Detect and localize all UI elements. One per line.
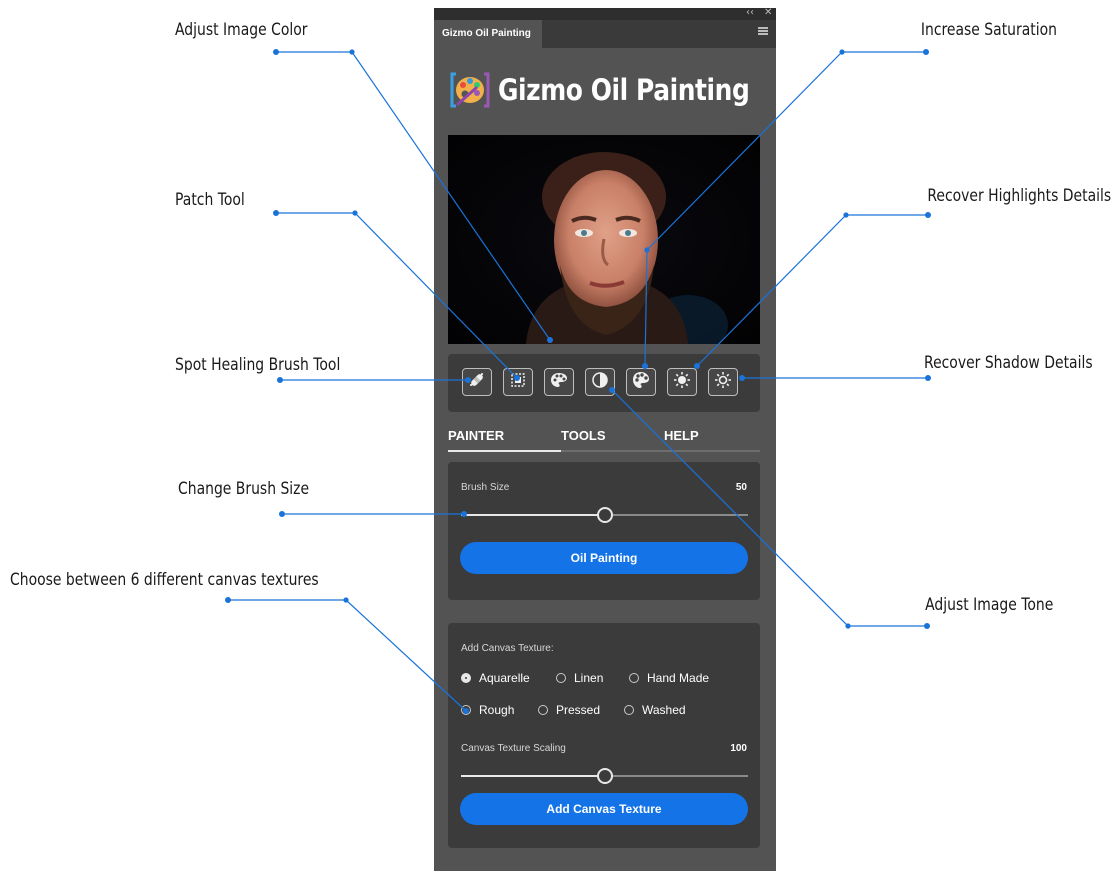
- line-patch-tool-dot: [352, 210, 358, 216]
- panel-tabstrip: Gizmo Oil Painting: [434, 20, 776, 48]
- line-recover-highlights-dot: [843, 212, 849, 218]
- line-adjust-image-tone-dot: [924, 623, 930, 629]
- line-recover-highlights-dot: [925, 212, 931, 218]
- adjust-color-icon: [550, 371, 568, 394]
- add-canvas-texture-button[interactable]: Add Canvas Texture: [460, 793, 748, 825]
- line-adjust-image-tone-dot: [845, 623, 851, 629]
- texture-scaling-thumb[interactable]: [597, 768, 613, 784]
- line-canvas-textures-dot: [343, 597, 349, 603]
- adjust-tone-button[interactable]: [585, 368, 615, 396]
- adjust-tone-icon: [591, 371, 609, 394]
- callout-adjust-image-color: Adjust Image Color: [175, 20, 308, 40]
- texture-option-aquarelle[interactable]: Aquarelle: [461, 671, 530, 685]
- callout-recover-highlights: Recover Highlights Details: [927, 186, 1111, 206]
- line-increase-saturation-dot: [839, 49, 845, 55]
- line-change-brush-size-dot: [279, 511, 285, 517]
- painter-card: Brush Size 50 Oil Painting: [448, 462, 760, 600]
- shadows-button[interactable]: [708, 368, 738, 396]
- texture-scaling-value: 100: [730, 743, 747, 754]
- collapse-icon[interactable]: ‹‹: [746, 7, 754, 18]
- saturation-button[interactable]: [626, 368, 656, 396]
- callout-adjust-image-tone: Adjust Image Tone: [924, 595, 1053, 615]
- adjust-color-button[interactable]: [544, 368, 574, 396]
- tab-painter[interactable]: PAINTER: [448, 428, 504, 443]
- line-canvas-textures: [228, 599, 467, 712]
- radio-dot: [538, 705, 548, 715]
- plugin-panel: ‹‹ ✕ Gizmo Oil Painting Gizmo Oil Painti…: [434, 7, 776, 871]
- callout-change-brush-size: Change Brush Size: [178, 479, 310, 499]
- logo: Gizmo Oil Painting: [450, 68, 790, 112]
- oil-painting-button[interactable]: Oil Painting: [460, 542, 748, 574]
- image-preview: [448, 135, 760, 344]
- line-adjust-image-color-dot: [349, 49, 355, 55]
- spot-healing-brush-icon: [468, 371, 486, 394]
- line-increase-saturation-dot: [923, 49, 929, 55]
- panel-titlebar: ‹‹ ✕: [434, 7, 776, 20]
- highlights-button[interactable]: [667, 368, 697, 396]
- texture-option-washed[interactable]: Washed: [624, 703, 686, 717]
- panel-tabs: PAINTER TOOLS HELP: [448, 428, 760, 452]
- patch-tool-icon: [509, 371, 527, 394]
- tool-bar: [448, 354, 760, 412]
- radio-label: Rough: [479, 703, 515, 717]
- radio-dot: [624, 705, 634, 715]
- texture-scaling-fill: [461, 775, 605, 777]
- brush-size-value: 50: [735, 482, 747, 493]
- panel-menu-icon[interactable]: [758, 27, 768, 35]
- highlights-icon: [673, 371, 691, 394]
- brush-size-slider[interactable]: [461, 507, 748, 523]
- panel-tab[interactable]: Gizmo Oil Painting: [434, 20, 542, 48]
- spot-healing-brush-button[interactable]: [462, 368, 492, 396]
- texture-card: Add Canvas Texture: Aquarelle Linen Hand M…: [448, 623, 760, 848]
- radio-dot: [461, 673, 471, 683]
- texture-option-linen[interactable]: Linen: [556, 671, 603, 685]
- logo-title: Gizmo Oil Painting: [498, 73, 750, 107]
- saturation-icon: [632, 371, 650, 394]
- close-icon[interactable]: ✕: [764, 7, 772, 18]
- callout-increase-saturation: Increase Saturation: [920, 20, 1057, 40]
- callout-spot-healing: Spot Healing Brush Tool: [175, 355, 341, 375]
- callout-patch-tool: Patch Tool: [175, 190, 245, 210]
- tab-active-indicator: [448, 450, 561, 452]
- texture-heading: Add Canvas Texture:: [461, 643, 554, 654]
- radio-dot: [629, 673, 639, 683]
- radio-label: Aquarelle: [479, 671, 530, 685]
- line-spot-healing-dot: [277, 377, 283, 383]
- brush-size-fill: [461, 514, 605, 516]
- line-recover-shadows-dot: [925, 375, 931, 381]
- brush-size-thumb[interactable]: [597, 507, 613, 523]
- tab-tools[interactable]: TOOLS: [561, 428, 606, 443]
- radio-label: Washed: [642, 703, 686, 717]
- brush-size-label: Brush Size: [461, 482, 510, 493]
- texture-scaling-slider[interactable]: [461, 768, 748, 784]
- radio-dot: [556, 673, 566, 683]
- texture-option-hand-made[interactable]: Hand Made: [629, 671, 709, 685]
- radio-label: Pressed: [556, 703, 601, 717]
- texture-option-pressed[interactable]: Pressed: [538, 703, 600, 717]
- line-canvas-textures-dot: [225, 597, 231, 603]
- radio-label: Linen: [574, 671, 604, 685]
- radio-dot: [461, 705, 471, 715]
- callout-canvas-textures: Choose between 6 different canvas textur…: [10, 570, 319, 590]
- radio-label: Hand Made: [647, 671, 710, 685]
- shadows-icon: [714, 371, 732, 394]
- texture-option-rough[interactable]: Rough: [461, 703, 514, 717]
- tab-help[interactable]: HELP: [664, 428, 699, 443]
- texture-scaling-label: Canvas Texture Scaling: [461, 743, 566, 754]
- tab-underline: [448, 450, 760, 452]
- line-adjust-image-color-dot: [273, 49, 279, 55]
- patch-tool-button[interactable]: [503, 368, 533, 396]
- palette-logo-icon: [450, 70, 490, 110]
- line-patch-tool-dot: [273, 210, 279, 216]
- callout-recover-shadows: Recover Shadow Details: [924, 353, 1093, 373]
